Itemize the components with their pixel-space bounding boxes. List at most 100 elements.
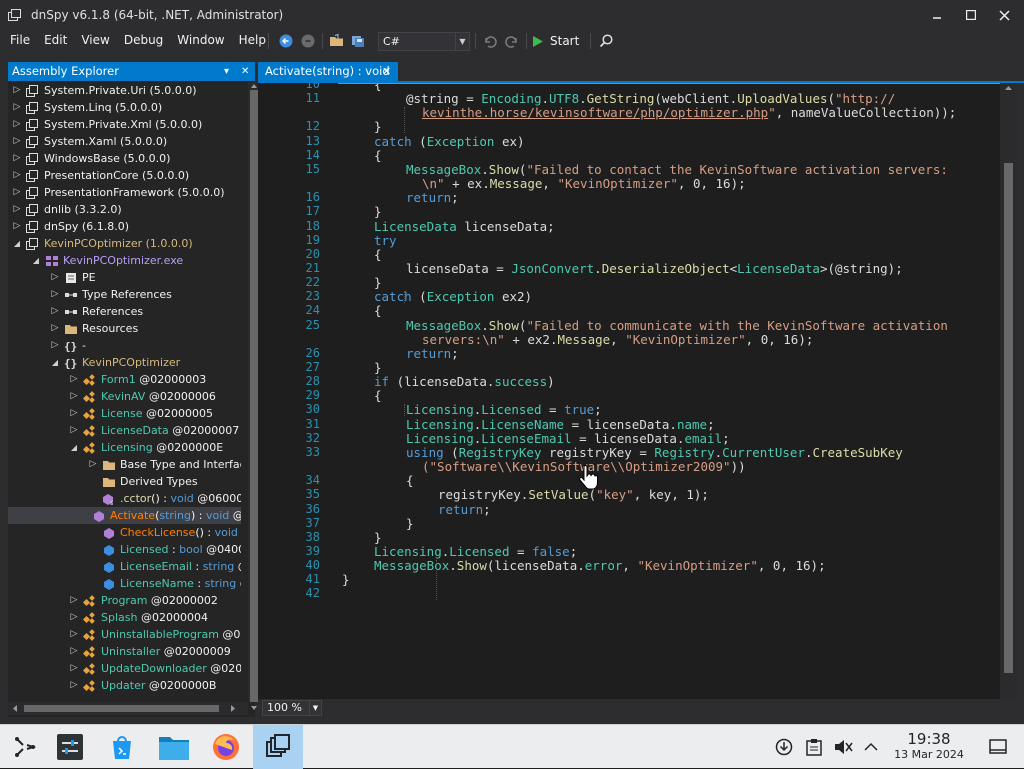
collapsed-arrow-icon[interactable]: ▷ xyxy=(50,320,60,337)
search-icon[interactable] xyxy=(596,31,616,51)
redo-icon[interactable] xyxy=(502,31,522,51)
tree-node[interactable]: ▷ License @02000005 xyxy=(69,405,213,422)
dnspy-window-icon[interactable] xyxy=(253,725,303,769)
scrollbar-thumb[interactable] xyxy=(24,705,219,712)
collapsed-arrow-icon[interactable]: ▷ xyxy=(12,150,22,167)
start-debug-button[interactable]: Start xyxy=(532,31,579,51)
tree-node[interactable]: ▷ References xyxy=(50,303,144,320)
undo-icon[interactable] xyxy=(480,31,500,51)
tree-node[interactable]: ▷ WindowsBase (5.0.0.0) xyxy=(12,150,171,167)
tree-node[interactable]: ▷ KevinAV @02000006 xyxy=(69,388,216,405)
explorer-horizontal-scrollbar[interactable] xyxy=(8,702,248,715)
tree-node[interactable]: ▷ Updater @0200000B xyxy=(69,677,217,694)
language-selector[interactable]: C# ▼ xyxy=(378,32,470,51)
tree-node[interactable]: ▷ PE xyxy=(50,269,96,286)
tree-node[interactable]: ▷ {} - xyxy=(50,337,86,354)
tree-node[interactable]: ▷ dnSpy (6.1.8.0) xyxy=(12,218,129,235)
expanded-arrow-icon[interactable]: ◢ xyxy=(50,354,60,371)
clock[interactable]: 19:38 13 Mar 2024 xyxy=(886,731,972,762)
tree-node[interactable]: Licensed : bool @040000 xyxy=(88,541,241,558)
tree-node[interactable]: s .cctor() : void @0600009 xyxy=(88,490,241,507)
tree-node[interactable]: Activate(string) : void @ xyxy=(8,507,241,524)
tree-node[interactable]: ▷ Uninstaller @02000009 xyxy=(69,643,231,660)
menu-edit[interactable]: Edit xyxy=(37,30,74,52)
scrollbar-thumb[interactable] xyxy=(250,90,258,702)
collapsed-arrow-icon[interactable]: ▷ xyxy=(69,422,79,439)
collapsed-arrow-icon[interactable]: ▷ xyxy=(69,643,79,660)
tree-node[interactable]: LicenseEmail : string @0 xyxy=(88,558,241,575)
scroll-right-icon[interactable] xyxy=(228,702,238,715)
panel-menu-chevron-icon[interactable]: ▾ xyxy=(224,62,229,81)
expanded-arrow-icon[interactable]: ◢ xyxy=(69,439,79,456)
tree-node[interactable]: ▷ UpdateDownloader @02000 xyxy=(69,660,241,677)
collapsed-arrow-icon[interactable]: ▷ xyxy=(88,456,98,473)
discover-store-icon[interactable] xyxy=(97,725,147,769)
collapsed-arrow-icon[interactable]: ▷ xyxy=(50,269,60,286)
menu-debug[interactable]: Debug xyxy=(117,30,170,52)
collapsed-arrow-icon[interactable]: ▷ xyxy=(69,592,79,609)
tree-node[interactable]: ▷ PresentationFramework (5.0.0.0) xyxy=(12,184,225,201)
collapsed-arrow-icon[interactable]: ▷ xyxy=(12,184,22,201)
collapsed-arrow-icon[interactable]: ▷ xyxy=(69,677,79,694)
tree-node[interactable]: ▷ Form1 @02000003 xyxy=(69,371,207,388)
scrollbar-thumb[interactable] xyxy=(1004,163,1013,673)
code-token[interactable]: kevinthe.horse/kevinsoftware/php/optimiz… xyxy=(422,105,768,120)
menu-help[interactable]: Help xyxy=(232,30,273,52)
tree-node[interactable]: ▷ System.Private.Xml (5.0.0.0) xyxy=(12,116,203,133)
close-window-button[interactable] xyxy=(988,0,1020,30)
collapsed-arrow-icon[interactable]: ▷ xyxy=(69,660,79,677)
system-settings-icon[interactable] xyxy=(45,725,95,769)
collapsed-arrow-icon[interactable]: ▷ xyxy=(12,218,22,235)
firefox-icon[interactable] xyxy=(201,725,251,769)
tree-node[interactable]: ▷ Type References xyxy=(50,286,172,303)
tree-node[interactable]: ▷ PresentationCore (5.0.0.0) xyxy=(12,167,190,184)
scroll-up-icon[interactable] xyxy=(1000,83,1017,93)
collapsed-arrow-icon[interactable]: ▷ xyxy=(50,337,60,354)
menu-window[interactable]: Window xyxy=(170,30,231,52)
collapsed-arrow-icon[interactable]: ▷ xyxy=(12,116,22,133)
tree-node[interactable]: ◢ Licensing @0200000E xyxy=(69,439,223,456)
tree-node[interactable]: ▷ Base Type and Interfaces xyxy=(88,456,241,473)
collapsed-arrow-icon[interactable]: ▷ xyxy=(12,167,22,184)
tree-node[interactable]: ▷ LicenseData @02000007 xyxy=(69,422,240,439)
tree-node[interactable]: ▷ Program @02000002 xyxy=(69,592,218,609)
save-all-icon[interactable] xyxy=(348,31,368,51)
collapsed-arrow-icon[interactable]: ▷ xyxy=(12,82,22,99)
menu-file[interactable]: File xyxy=(3,30,37,52)
tree-node[interactable]: ▷ System.Private.Uri (5.0.0.0) xyxy=(12,82,197,99)
forward-arrow-icon[interactable] xyxy=(298,31,318,51)
minimize-button[interactable] xyxy=(921,0,953,30)
app-launcher-icon[interactable] xyxy=(0,725,50,769)
maximize-button[interactable] xyxy=(955,0,987,30)
tree-node[interactable]: ◢ KevinPCOptimizer.exe xyxy=(31,252,183,269)
back-arrow-icon[interactable] xyxy=(276,31,296,51)
zoom-selector[interactable]: 100 % ▼ xyxy=(262,700,322,716)
tree-node[interactable]: ▷ dnlib (3.3.2.0) xyxy=(12,201,122,218)
tree-node[interactable]: ▷ Splash @02000004 xyxy=(69,609,208,626)
expanded-arrow-icon[interactable]: ◢ xyxy=(12,235,22,252)
expanded-arrow-icon[interactable]: ◢ xyxy=(31,252,41,269)
scroll-left-icon[interactable] xyxy=(10,702,20,715)
tree-node[interactable]: CheckLicense() : void @0 xyxy=(88,524,241,541)
show-desktop-icon[interactable] xyxy=(974,725,1022,769)
menu-view[interactable]: View xyxy=(74,30,116,52)
collapsed-arrow-icon[interactable]: ▷ xyxy=(69,388,79,405)
tree-node[interactable]: ◢ {} KevinPCOptimizer xyxy=(50,354,180,371)
collapsed-arrow-icon[interactable]: ▷ xyxy=(12,201,22,218)
close-panel-button[interactable]: ✕ xyxy=(241,62,249,81)
collapsed-arrow-icon[interactable]: ▷ xyxy=(50,286,60,303)
tree-node[interactable]: LicenseName : string @0 xyxy=(88,575,241,592)
editor-vertical-scrollbar[interactable] xyxy=(1000,83,1017,699)
tree-node[interactable]: ▷ UninstallableProgram @0200 xyxy=(69,626,241,643)
tree-node[interactable]: Derived Types xyxy=(88,473,198,490)
tree-node[interactable]: ◢ KevinPCOptimizer (1.0.0.0) xyxy=(12,235,193,252)
collapsed-arrow-icon[interactable]: ▷ xyxy=(69,371,79,388)
collapsed-arrow-icon[interactable]: ▷ xyxy=(12,99,22,116)
tree-node[interactable]: ▷ System.Linq (5.0.0.0) xyxy=(12,99,163,116)
tab-activate[interactable]: Activate(string) : void ✕ xyxy=(258,62,398,81)
collapsed-arrow-icon[interactable]: ▷ xyxy=(12,133,22,150)
collapsed-arrow-icon[interactable]: ▷ xyxy=(69,609,79,626)
open-folder-icon[interactable] xyxy=(327,31,347,51)
close-tab-icon[interactable]: ✕ xyxy=(382,62,391,81)
code-editor[interactable]: 10{11 @string = Encoding.UTF8.GetString(w… xyxy=(258,83,1000,699)
